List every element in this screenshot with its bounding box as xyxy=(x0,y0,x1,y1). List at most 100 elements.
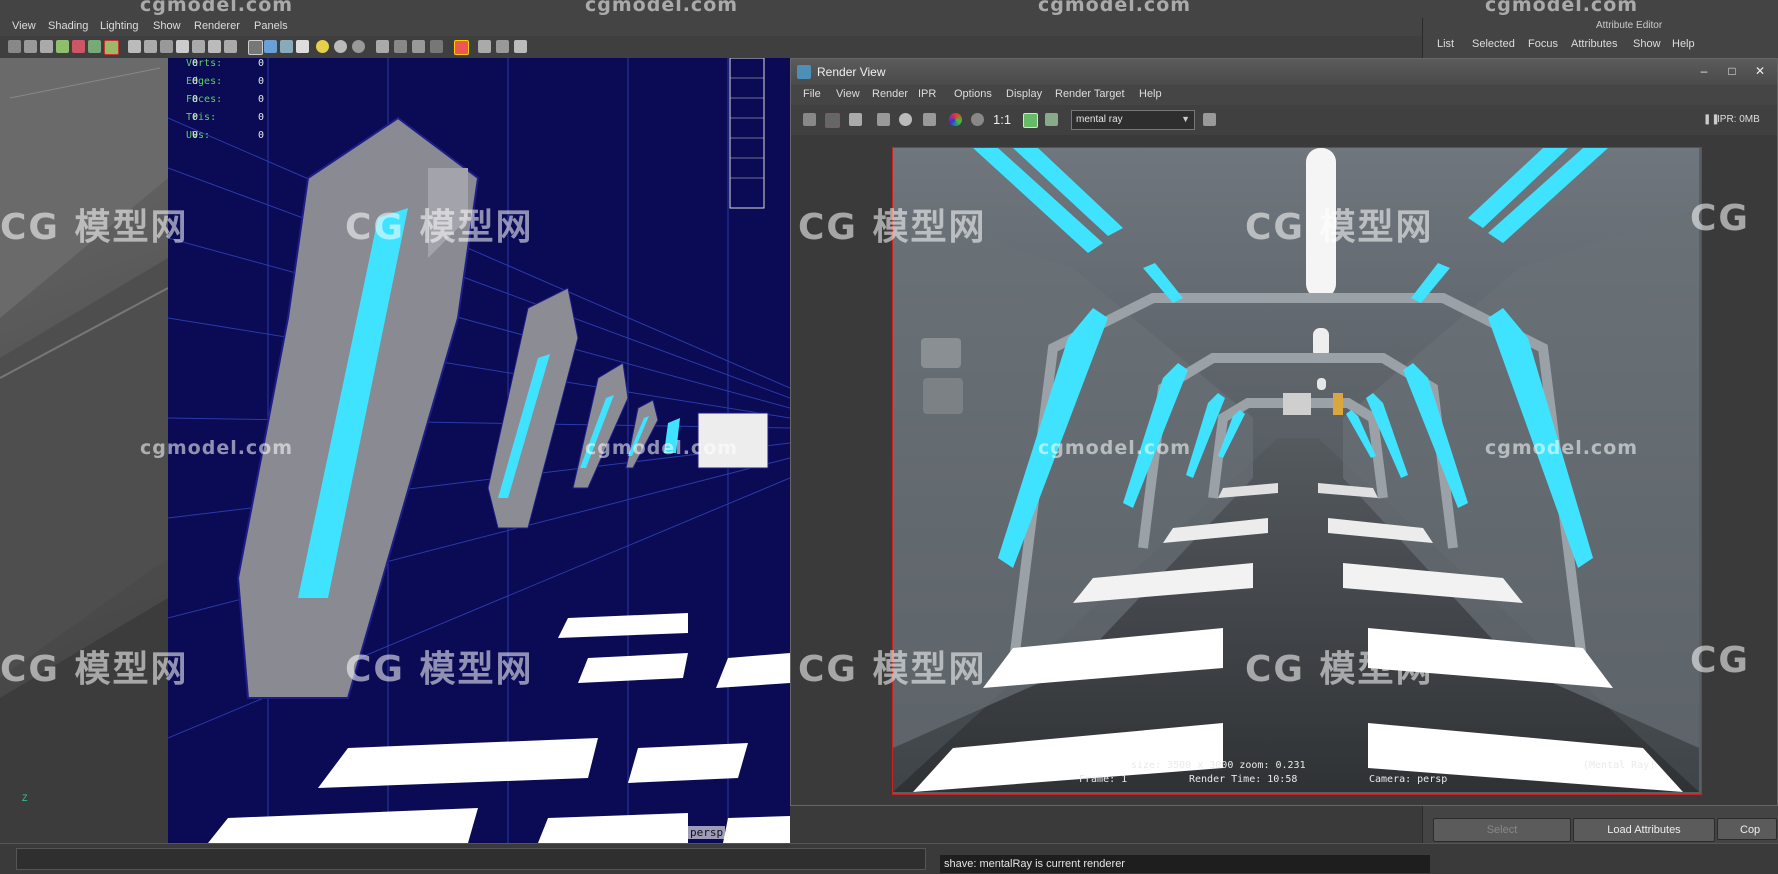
safe-title-icon[interactable] xyxy=(176,40,189,53)
depth-of-field-icon[interactable] xyxy=(430,40,443,53)
wireframe-on-shaded-icon[interactable] xyxy=(280,40,293,53)
render-view-title: Render View xyxy=(817,65,886,79)
hud-tris-c2: 0 xyxy=(258,112,265,123)
render-view-titlebar[interactable]: Render View – □ ✕ xyxy=(791,59,1777,85)
ssao-icon[interactable] xyxy=(376,40,389,53)
axis-indicator: Z xyxy=(22,793,28,803)
menu-shading[interactable]: Shading xyxy=(48,20,88,32)
all-lights-icon[interactable] xyxy=(334,40,347,53)
bookmark-icon[interactable] xyxy=(40,40,53,53)
share-icon[interactable] xyxy=(514,40,527,53)
rv-menu-ipr[interactable]: IPR xyxy=(918,88,936,100)
shadows-icon[interactable] xyxy=(352,40,365,53)
hud-uvs-c2: 0 xyxy=(258,130,265,141)
maximize-icon[interactable]: □ xyxy=(1724,64,1740,78)
load-attributes-button[interactable]: Load Attributes xyxy=(1573,818,1715,842)
grid-icon[interactable] xyxy=(72,40,85,53)
hud-verts-c1: 0 xyxy=(192,58,199,69)
command-line[interactable] xyxy=(16,848,926,870)
smooth-shade-icon[interactable] xyxy=(264,40,277,53)
ipr-memory-label: IPR: 0MB xyxy=(1717,114,1760,125)
frame-icon[interactable] xyxy=(496,40,509,53)
refresh-icon[interactable] xyxy=(899,113,912,126)
film-gate-icon[interactable] xyxy=(88,40,101,53)
select-button[interactable]: Select xyxy=(1433,818,1571,842)
menu-renderer[interactable]: Renderer xyxy=(194,20,240,32)
region-render-icon[interactable] xyxy=(825,113,840,128)
ae-menu-selected[interactable]: Selected xyxy=(1472,38,1515,50)
wireframe-scene xyxy=(168,58,790,843)
ae-menu-attributes[interactable]: Attributes xyxy=(1571,38,1617,50)
hud-tris-c1: 0 xyxy=(192,112,199,123)
render-hand-icon[interactable] xyxy=(1203,113,1216,126)
xray-icon[interactable] xyxy=(208,40,221,53)
rv-menu-help[interactable]: Help xyxy=(1139,88,1162,100)
rgb-channels-icon[interactable] xyxy=(949,113,962,126)
rv-menu-render-target[interactable]: Render Target xyxy=(1055,88,1125,100)
rv-menu-display[interactable]: Display xyxy=(1006,88,1042,100)
wireframe-icon[interactable] xyxy=(248,40,263,55)
camera-attributes-icon[interactable] xyxy=(24,40,37,53)
isolate-select-icon[interactable] xyxy=(454,40,469,55)
safe-action-icon[interactable] xyxy=(160,40,173,53)
hud-verts-c2: 0 xyxy=(258,58,265,69)
rv-menu-file[interactable]: File xyxy=(803,88,821,100)
renderer-select-value: mental ray xyxy=(1076,114,1123,125)
alpha-channel-icon[interactable] xyxy=(971,113,984,126)
renderer-select[interactable]: mental ray ▼ xyxy=(1071,110,1195,130)
rv-menu-options[interactable]: Options xyxy=(954,88,992,100)
hud-tris-label: Tris: xyxy=(186,112,217,123)
field-chart-icon[interactable] xyxy=(144,40,157,53)
antialias-icon[interactable] xyxy=(412,40,425,53)
hud-uvs-label: UVs: xyxy=(186,130,211,141)
menu-panels[interactable]: Panels xyxy=(254,20,288,32)
menu-view[interactable]: View xyxy=(12,20,36,32)
rendered-image: size: 3500 x 3000 zoom: 0.231 (Mental Ra… xyxy=(892,147,1702,795)
menu-show[interactable]: Show xyxy=(153,20,181,32)
close-icon[interactable]: ✕ xyxy=(1752,64,1768,78)
perspective-viewport[interactable]: Verts: Edges: Faces: Tris: UVs: 377308 7… xyxy=(168,58,790,843)
render-scene xyxy=(893,148,1699,792)
render-view-menubar: File View Render IPR Options Display Ren… xyxy=(791,85,1777,105)
remove-image-icon[interactable] xyxy=(1045,113,1058,126)
rv-menu-view[interactable]: View xyxy=(836,88,860,100)
select-camera-icon[interactable] xyxy=(8,40,21,53)
checker-icon[interactable] xyxy=(296,40,309,53)
ipr-render-icon[interactable] xyxy=(877,113,890,126)
render-info-camera: Camera: persp xyxy=(1369,774,1448,785)
render-view-window[interactable]: Render View – □ ✕ File View Render IPR O… xyxy=(790,58,1778,806)
ae-menu-focus[interactable]: Focus xyxy=(1528,38,1558,50)
render-info-time: Render Time: 10:58 xyxy=(1189,774,1298,785)
ae-menu-show[interactable]: Show xyxy=(1633,38,1661,50)
render-view-app-icon xyxy=(797,65,811,79)
snapshot-icon[interactable] xyxy=(849,113,862,126)
keep-image-icon[interactable] xyxy=(1023,113,1038,128)
hud-edges-c2: 0 xyxy=(258,76,265,87)
resolution-gate-icon[interactable] xyxy=(104,40,119,55)
menu-lighting[interactable]: Lighting xyxy=(100,20,139,32)
zoom-one-to-one-button[interactable]: 1:1 xyxy=(993,112,1011,127)
gate-mask-icon[interactable] xyxy=(128,40,141,53)
hud-uvs-c1: 0 xyxy=(192,130,199,141)
texture-icon[interactable] xyxy=(224,40,237,53)
redo-render-icon[interactable] xyxy=(803,113,816,126)
render-view-toolbar: 1:1 mental ray ▼ ❚❚ IPR: 0MB xyxy=(791,105,1777,136)
default-light-icon[interactable] xyxy=(316,40,329,53)
minimize-icon[interactable]: – xyxy=(1696,64,1712,78)
render-info-size: size: 3500 x 3000 zoom: 0.231 xyxy=(1131,760,1306,771)
ae-menu-list[interactable]: List xyxy=(1437,38,1454,50)
viewport-menubar: View Shading Lighting Show Renderer Pane… xyxy=(0,18,1422,36)
viewport-toolbar xyxy=(0,36,1422,59)
render-settings-icon[interactable] xyxy=(923,113,936,126)
attribute-editor-title: Attribute Editor xyxy=(1596,20,1663,31)
cube-icon[interactable] xyxy=(478,40,491,53)
isolate-icon[interactable] xyxy=(192,40,205,53)
left-panel-geometry xyxy=(0,58,169,843)
motion-blur-icon[interactable] xyxy=(394,40,407,53)
hud-faces-c2: 0 xyxy=(258,94,265,105)
copy-tab-button[interactable]: Cop xyxy=(1717,818,1777,840)
image-plane-icon[interactable] xyxy=(56,40,69,53)
render-info-mode: (Mental Ray) xyxy=(1583,760,1656,771)
rv-menu-render[interactable]: Render xyxy=(872,88,908,100)
ae-menu-help[interactable]: Help xyxy=(1672,38,1695,50)
